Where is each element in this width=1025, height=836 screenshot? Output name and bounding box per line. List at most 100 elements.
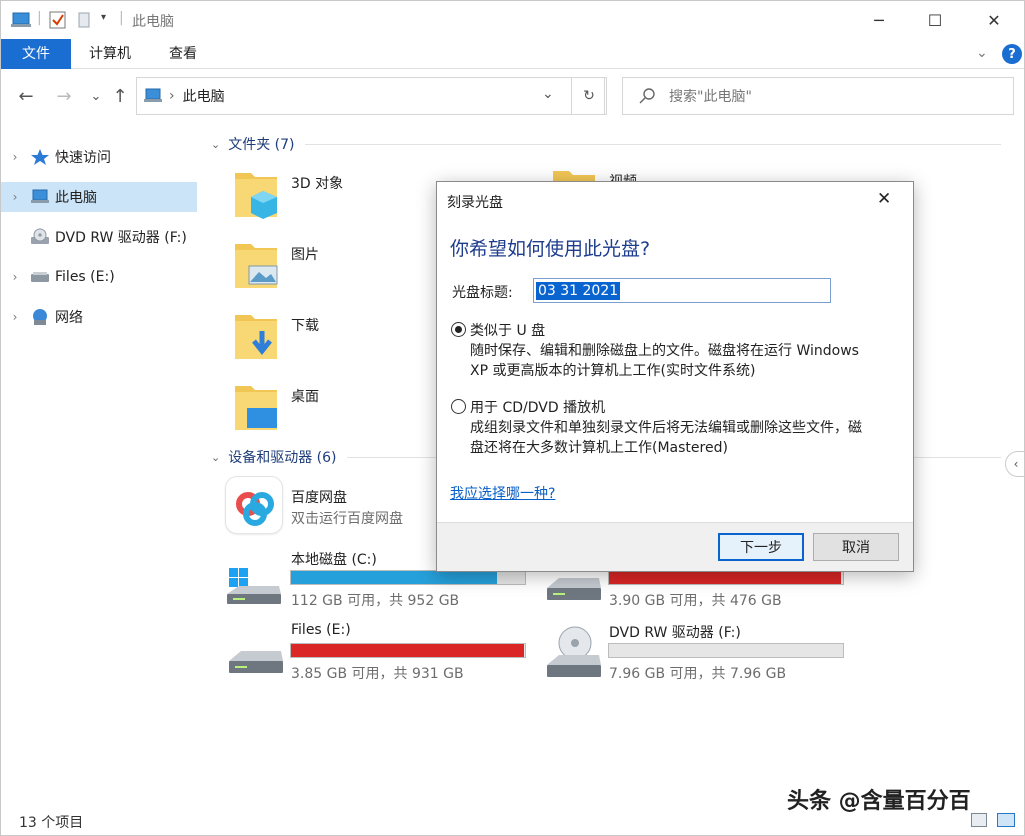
large-icons-view-icon[interactable] <box>997 813 1015 827</box>
sidebar-item-network[interactable]: › 网络 <box>1 302 197 332</box>
chevron-down-icon: ⌄ <box>211 137 221 151</box>
sidebar-item-label: 此电脑 <box>55 190 97 206</box>
sidebar-item-label: 网络 <box>55 310 83 326</box>
chevron-down-icon: ⌄ <box>211 450 221 464</box>
option-usb-desc-1: 随时保存、编辑和删除磁盘上的文件。磁盘将在运行 Windows <box>470 343 859 359</box>
dialog-footer: 下一步 取消 <box>437 522 913 571</box>
search-input[interactable]: 搜索"此电脑" <box>622 77 1014 115</box>
next-button[interactable]: 下一步 <box>718 533 804 561</box>
help-icon[interactable]: ? <box>1002 44 1022 64</box>
chevron-right-icon[interactable]: › <box>1 150 29 164</box>
chevron-right-icon[interactable]: › <box>1 270 29 284</box>
drive-usage-fill <box>291 644 525 657</box>
folder-downloads-icon <box>235 315 277 359</box>
dvd-drive-icon <box>547 626 601 677</box>
computer-icon[interactable] <box>11 11 31 33</box>
item-count: 13 个项目 <box>19 815 84 831</box>
computer-icon <box>29 188 51 206</box>
radio-cd-dvd-mode[interactable] <box>451 399 466 414</box>
folder-label: 3D 对象 <box>291 176 344 192</box>
device-item-f[interactable]: DVD RW 驱动器 (F:) 7.96 GB 可用，共 7.96 GB <box>541 619 851 683</box>
recent-locations-button[interactable]: ⌄ <box>83 81 109 111</box>
option-cd-dvd-label[interactable]: 用于 CD/DVD 播放机 <box>470 397 605 417</box>
folder-desktop-icon <box>235 386 277 430</box>
new-folder-icon[interactable] <box>77 10 93 34</box>
drive-icon <box>547 578 601 600</box>
address-dropdown-icon[interactable]: ⌄ <box>542 86 554 102</box>
disc-title-label: 光盘标题: <box>452 285 513 301</box>
customize-qat-icon[interactable]: ▾ <box>101 12 106 23</box>
folder-item-downloads[interactable]: 下载 <box>233 309 413 369</box>
ribbon-tabs: 文件 计算机 查看 ⌄ ? <box>1 39 1024 69</box>
title-divider: | <box>119 10 124 26</box>
device-item-e[interactable]: Files (E:) 3.85 GB 可用，共 931 GB <box>223 619 533 683</box>
folders-section-title: 文件夹 (7) <box>228 137 295 153</box>
minimize-button[interactable]: ─ <box>856 1 902 39</box>
dialog-close-button[interactable]: ✕ <box>877 189 891 209</box>
drive-usage-fill <box>291 571 497 584</box>
star-icon <box>29 148 51 166</box>
sidebar-item-label: DVD RW 驱动器 (F:) <box>55 230 187 246</box>
disc-title-input[interactable]: 03 31 2021 <box>533 278 831 303</box>
folders-section-header[interactable]: ⌄ 文件夹 (7) <box>211 134 1001 154</box>
search-icon <box>639 88 655 104</box>
chevron-right-icon[interactable]: › <box>1 190 29 204</box>
chevron-right-icon[interactable]: › <box>1 310 29 324</box>
back-button[interactable]: ← <box>13 81 39 111</box>
device-subtitle: 7.96 GB 可用，共 7.96 GB <box>609 666 787 682</box>
radio-usb-mode[interactable] <box>451 322 466 337</box>
drive-usage-fill <box>609 571 841 584</box>
drive-usage-bar <box>608 570 844 585</box>
option-usb-desc-2: XP 或更高版本的计算机上工作(实时文件系统) <box>470 363 756 379</box>
device-subtitle: 3.90 GB 可用，共 476 GB <box>609 593 782 609</box>
expand-ribbon-icon[interactable]: ⌄ <box>976 45 988 61</box>
properties-icon[interactable] <box>49 10 67 34</box>
folder-item-pictures[interactable]: 图片 <box>233 238 413 298</box>
folder-label: 下载 <box>291 318 319 334</box>
folder-pictures-icon <box>235 244 278 288</box>
up-button[interactable]: ↑ <box>107 81 133 111</box>
sidebar-item-quick-access[interactable]: › 快速访问 <box>1 142 197 172</box>
cancel-button[interactable]: 取消 <box>813 533 899 561</box>
computer-icon <box>143 88 163 104</box>
folder-item-desktop[interactable]: 桌面 <box>233 380 413 440</box>
status-bar: 13 个项目 头条 @含量百分百 <box>1 789 1024 835</box>
drive-icon <box>229 651 283 673</box>
help-link[interactable]: 我应选择哪一种? <box>450 483 555 503</box>
address-bar[interactable]: › 此电脑 ⌄ <box>136 77 605 115</box>
drive-usage-bar <box>290 570 526 585</box>
qat-divider: | <box>37 10 42 26</box>
option-cd-dvd-desc-1: 成组刻录文件和单独刻录文件后将无法编辑或删除这些文件，磁 <box>470 420 862 436</box>
dialog-heading: 你希望如何使用此光盘? <box>450 238 651 260</box>
device-name: Files (E:) <box>291 622 351 638</box>
dvd-drive-icon <box>29 228 51 246</box>
forward-button[interactable]: → <box>51 81 77 111</box>
breadcrumb-chevron-icon[interactable]: › <box>169 88 175 104</box>
close-button[interactable]: ✕ <box>971 1 1017 39</box>
folder-3d-icon <box>235 173 277 219</box>
disc-title-value: 03 31 2021 <box>536 282 621 300</box>
windows-drive-icon <box>227 568 281 604</box>
sidebar-item-this-pc[interactable]: › 此电脑 <box>1 182 197 212</box>
folder-item-3d-objects[interactable]: 3D 对象 <box>233 167 413 227</box>
details-view-icon[interactable] <box>971 813 987 827</box>
collapse-pane-icon[interactable]: ‹ <box>1005 451 1024 477</box>
title-bar: | ▾ | 此电脑 ─ ☐ ✕ <box>1 1 1024 39</box>
device-name: 百度网盘 <box>291 490 347 506</box>
breadcrumb-this-pc[interactable]: 此电脑 <box>183 86 225 106</box>
device-subtitle: 3.85 GB 可用，共 931 GB <box>291 666 464 682</box>
tab-file[interactable]: 文件 <box>1 39 71 69</box>
refresh-button[interactable]: ↻ <box>571 77 607 115</box>
tab-view[interactable]: 查看 <box>153 39 213 69</box>
devices-section-title: 设备和驱动器 (6) <box>228 450 337 466</box>
drive-icon <box>29 268 51 286</box>
drive-usage-bar <box>608 643 844 658</box>
sidebar-item-dvd[interactable]: DVD RW 驱动器 (F:) <box>1 222 197 252</box>
device-subtitle: 双击运行百度网盘 <box>291 511 403 527</box>
option-usb-label[interactable]: 类似于 U 盘 <box>470 320 545 340</box>
maximize-button[interactable]: ☐ <box>912 1 958 39</box>
device-subtitle: 112 GB 可用，共 952 GB <box>291 593 460 609</box>
tab-computer[interactable]: 计算机 <box>73 39 147 69</box>
burn-disc-dialog: 刻录光盘 ✕ 你希望如何使用此光盘? 光盘标题: 03 31 2021 类似于 … <box>436 181 914 572</box>
sidebar-item-files-e[interactable]: › Files (E:) <box>1 262 197 292</box>
